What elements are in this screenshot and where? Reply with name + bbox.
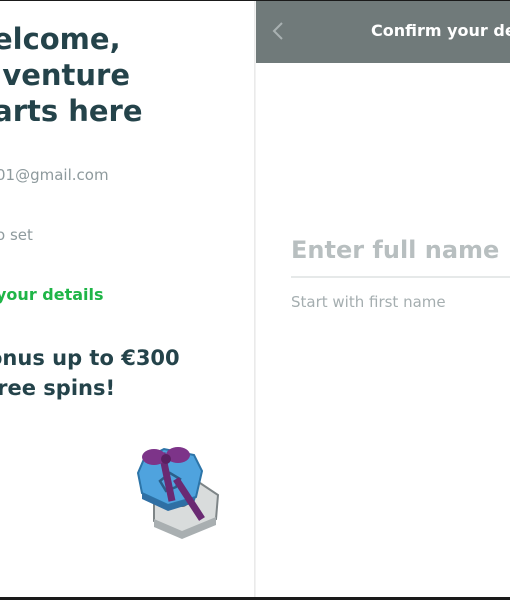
back-button[interactable] (264, 16, 292, 46)
confirm-details-link[interactable]: your details (0, 285, 104, 304)
dialog-header: Confirm your de (256, 1, 510, 63)
bonus-offer: onus up to €300 free spins! (0, 343, 256, 403)
password-status: o set (0, 226, 33, 244)
name-hint: Start with first name (291, 293, 446, 311)
bonus-line-2: free spins! (0, 376, 116, 400)
dialog-title: Confirm your de (371, 21, 510, 40)
gift-box-icon (136, 447, 220, 539)
confirm-details-dialog: Confirm your de Start with first name (256, 1, 510, 597)
welcome-line-1: Welcome, (0, 22, 121, 56)
name-input-underline (291, 276, 510, 278)
chevron-left-icon (272, 22, 283, 40)
welcome-panel: Welcome, adventure starts here 01@gmail.… (0, 1, 256, 597)
full-name-input[interactable] (291, 229, 510, 271)
welcome-line-3: starts here (0, 94, 143, 128)
account-email: 01@gmail.com (0, 166, 109, 184)
bonus-line-1: onus up to €300 (0, 346, 180, 370)
welcome-heading: Welcome, adventure starts here (0, 21, 256, 129)
welcome-line-2: adventure (0, 58, 131, 92)
